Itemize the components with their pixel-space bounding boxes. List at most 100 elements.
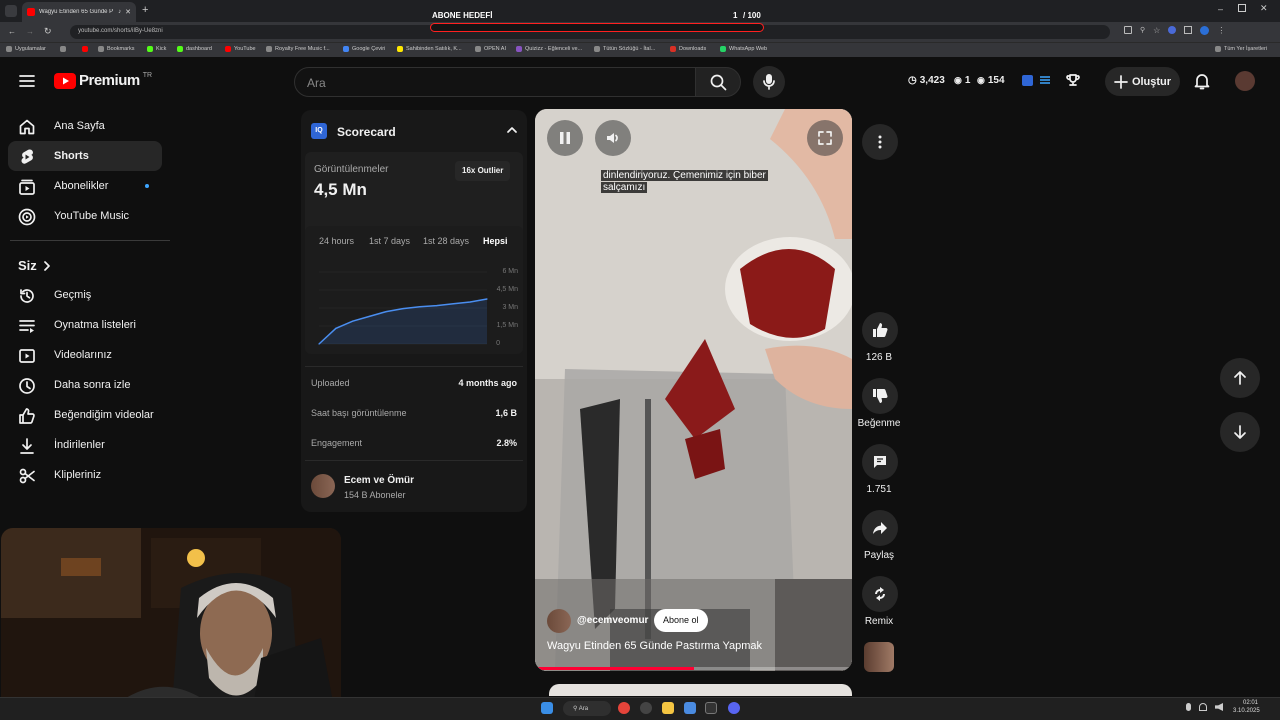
window-maximize-button[interactable] [1238,4,1246,12]
search-button[interactable] [695,67,741,97]
channel-handle[interactable]: @ecemveomur [577,615,648,626]
extension-icon[interactable] [1168,26,1177,34]
thumbs-down-icon [873,389,888,404]
bookmark-apps[interactable]: Uygulamalar [6,46,46,52]
forward-icon[interactable]: → [26,27,34,36]
bookmark-dashboard[interactable]: dashboard [177,46,212,52]
cast-icon[interactable] [1124,26,1132,34]
sidebar-item-shorts[interactable]: Shorts [8,141,162,171]
sidebar-you-header[interactable]: Siz [18,258,51,273]
system-tray[interactable] [1186,703,1223,711]
browser-tab[interactable]: Wagyu Etinden 65 Günde P ♪ ✕ [22,2,136,22]
sidebar-item-your-videos[interactable]: Videolarınız [8,340,162,370]
window-minimize-button[interactable]: – [1218,4,1223,14]
back-icon[interactable]: ← [8,27,16,36]
clock-time[interactable]: 02:01 [1243,700,1258,706]
bookmark-youtube[interactable]: YouTube [225,46,256,52]
sidebar-item-youtube-music[interactable]: YouTube Music [8,201,162,231]
sidebar-item-liked-videos[interactable]: Beğendiğim videolar [8,400,162,430]
range-tab-7-days[interactable]: 1st 7 days [369,236,410,246]
previous-video-button[interactable] [1220,358,1260,398]
bookmark-quizizz[interactable]: Quizizz - Eğlenceli ve... [516,46,582,52]
mute-button[interactable] [595,120,631,156]
bookmark-folder[interactable] [82,46,88,52]
sidebar-item-playlists[interactable]: Oynatma listeleri [8,310,162,340]
comments-button[interactable] [862,444,898,480]
menu-dots-icon[interactable]: ⋮ [1217,26,1225,35]
sidebar-item-clips[interactable]: Klipleriniz [8,460,162,490]
youtube-logo[interactable]: Premium TR [54,72,152,89]
remix-button[interactable] [862,576,898,612]
arrow-up-icon [1234,371,1246,385]
youtube-icon [225,46,231,52]
bookmark-tutun-sozlugu[interactable]: Tütün Sözlüğü - İtal... [594,46,655,52]
tab-close-icon[interactable]: ✕ [125,8,131,16]
sound-thumbnail[interactable] [864,642,894,672]
bookmark-sahibinden[interactable]: Sahibinden Satılık, K... [397,46,462,52]
range-tab-24-hours[interactable]: 24 hours [319,236,354,246]
extension-stat-viewers: ◉ 154 [977,75,1005,86]
create-button[interactable]: Oluştur [1105,67,1180,96]
bookmark-bookmarks[interactable]: Bookmarks [98,46,135,52]
range-tab-all[interactable]: Hepsi [483,236,508,246]
discord-icon[interactable] [728,702,740,714]
list-icon[interactable] [1039,74,1051,86]
avatar[interactable] [1235,71,1255,91]
collapse-chevron-icon[interactable] [507,126,517,134]
shorts-video-player[interactable]: dinlendiriyoruz. Çemenimiz için biber sa… [535,109,852,671]
taskbar-search[interactable]: ⚲ Ara [563,701,611,716]
extensions-puzzle-icon[interactable] [1184,26,1193,34]
notifications-bell-icon[interactable] [1193,72,1211,90]
sidebar-item-history[interactable]: Geçmiş [8,280,162,310]
channel-avatar[interactable] [547,609,571,633]
sidebar-item-downloads[interactable]: İndirilenler [8,430,162,460]
obs-icon[interactable] [640,702,652,714]
reload-icon[interactable]: ↻ [44,26,52,37]
pause-button[interactable] [547,120,583,156]
chrome-icon[interactable] [618,702,630,714]
windows-start-icon[interactable] [541,702,553,714]
tab-list-button[interactable] [5,5,17,17]
trophy-icon[interactable] [1066,73,1080,87]
sidebar-item-label: Beğendiğim videolar [54,409,154,421]
sidebar-item-subscriptions[interactable]: Abonelikler [8,171,162,201]
channel-row[interactable]: Ecem ve Ömür 154 B Aboneler [305,465,523,507]
fullscreen-button[interactable] [807,120,843,156]
clock-date[interactable]: 3.10.2025 [1233,708,1260,714]
range-tab-28-days[interactable]: 1st 28 days [423,236,469,246]
next-video-button[interactable] [1220,412,1260,452]
hamburger-menu-icon[interactable] [18,72,36,90]
file-explorer-icon[interactable] [662,702,674,714]
like-button[interactable] [862,312,898,348]
bookmark-whatsapp[interactable]: WhatsApp Web [720,46,767,52]
zoom-icon[interactable]: ⚲ [1140,26,1145,35]
sidebar-item-label: Klipleriniz [54,469,102,481]
vidiq-icon[interactable] [1022,75,1033,86]
share-button[interactable] [862,510,898,546]
search-input[interactable]: Ara [294,67,696,97]
bookmark-royalty-free-music[interactable]: Royalty Free Music f... [266,46,330,52]
new-tab-button[interactable]: + [142,4,148,16]
terminal-icon[interactable] [705,702,717,714]
tab-audio-icon[interactable]: ♪ [118,9,121,15]
sidebar-item-home[interactable]: Ana Sayfa [8,111,162,141]
video-progress-track[interactable] [535,667,852,670]
store-icon[interactable] [684,702,696,714]
profile-icon[interactable] [1200,26,1210,35]
window-close-button[interactable]: ✕ [1260,3,1268,14]
video-title[interactable]: Wagyu Etinden 65 Günde Pastırma Yapmak [547,640,762,652]
dislike-button[interactable] [862,378,898,414]
more-options-button[interactable] [862,124,898,160]
subscribe-button[interactable]: Abone ol [654,609,708,632]
bookmark-open-ai[interactable]: OPEN AI [475,46,506,52]
bookmark-google-translate[interactable]: Google Çeviri [343,46,385,52]
bookmark-star-icon[interactable]: ☆ [1153,26,1160,35]
all-bookmarks[interactable]: Tüm Yer İşaretleri [1215,46,1267,52]
bookmark-kick[interactable]: Kick [147,46,166,52]
bookmark-grid[interactable] [60,46,66,52]
eye-icon: ◉ [977,75,985,85]
bookmark-downloads[interactable]: Downloads [670,46,706,52]
goal-count: 1 [733,11,738,20]
voice-search-button[interactable] [753,66,785,98]
sidebar-item-watch-later[interactable]: Daha sonra izle [8,370,162,400]
